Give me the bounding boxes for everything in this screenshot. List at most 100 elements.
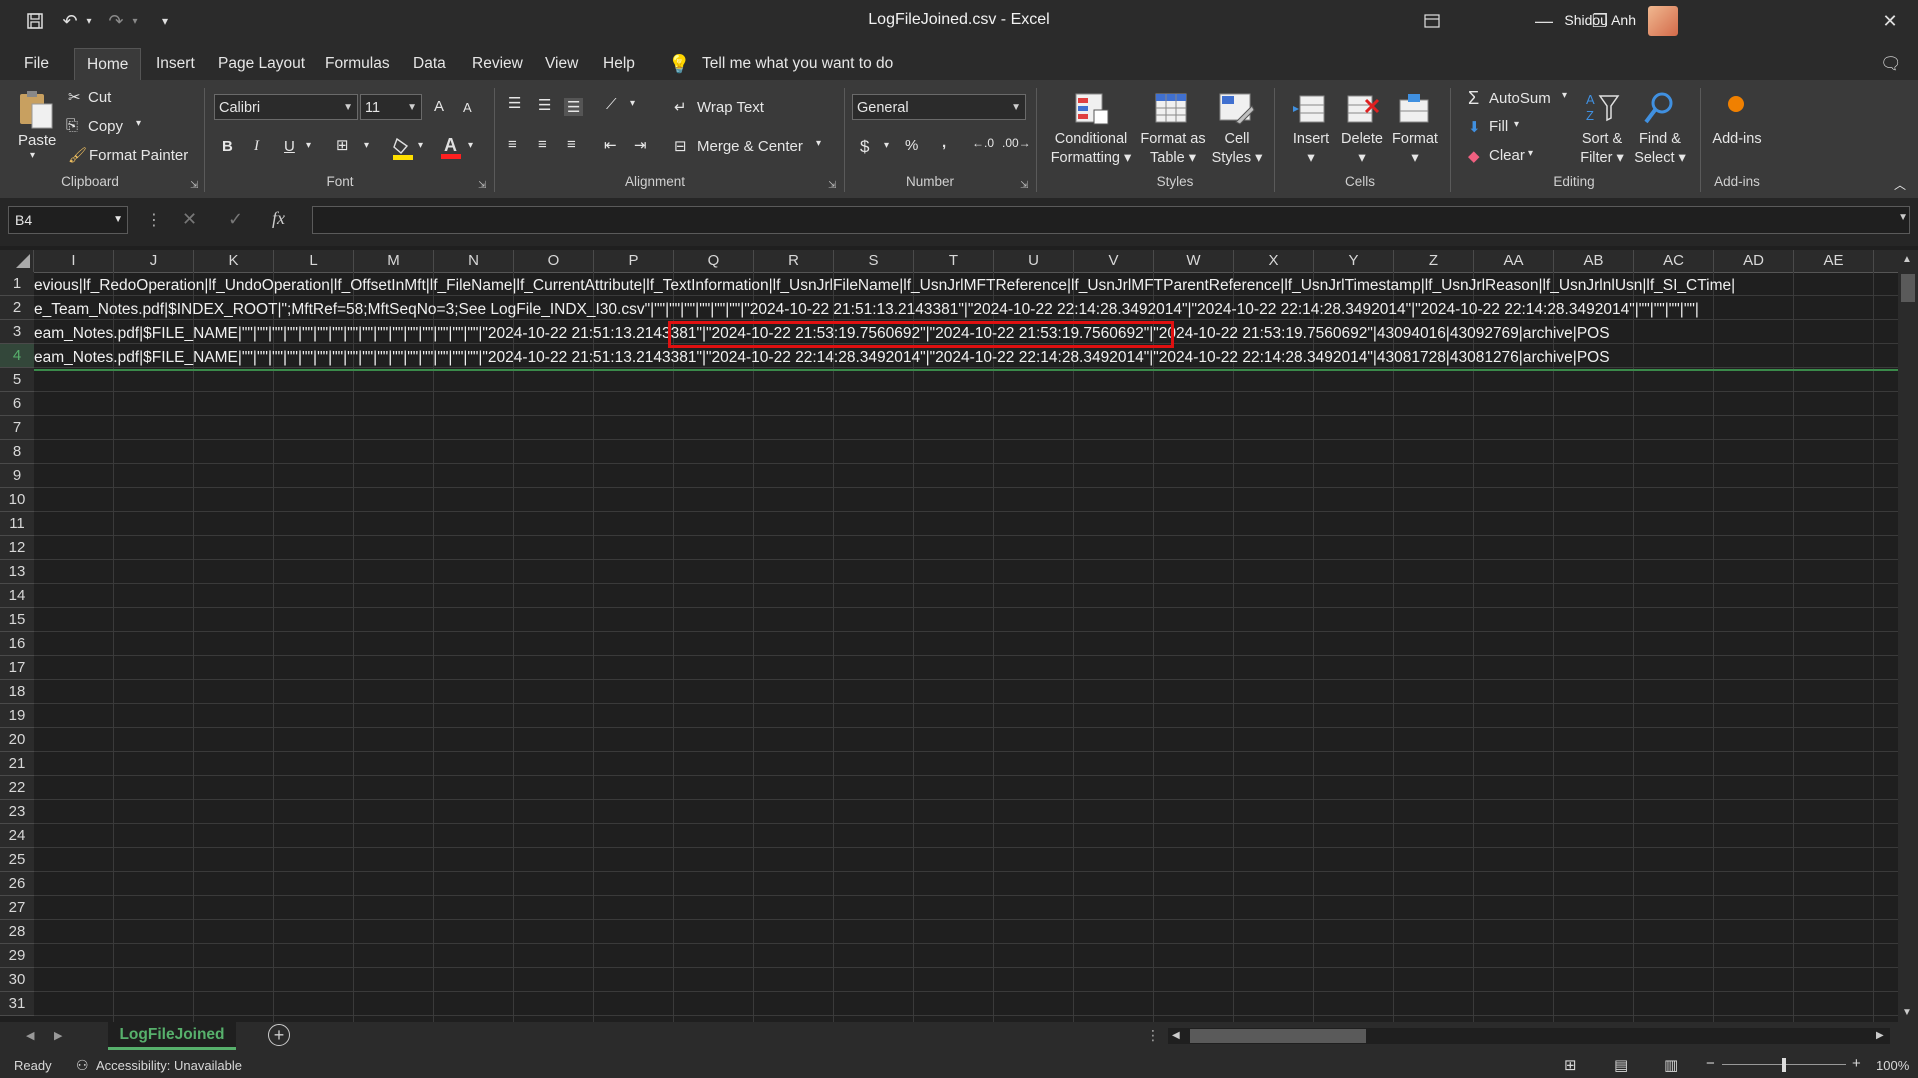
zoom-level[interactable]: 100%: [1876, 1058, 1909, 1073]
shrink-font-button[interactable]: A: [463, 100, 472, 115]
ribbon-display-options-icon[interactable]: [1404, 0, 1460, 42]
increase-indent-icon[interactable]: ⇥: [634, 136, 647, 154]
find-select-button[interactable]: Find & Select ▾: [1630, 130, 1690, 168]
scroll-sheets-right-icon[interactable]: ▶: [54, 1029, 62, 1042]
tab-review[interactable]: Review: [472, 48, 523, 80]
format-cells-icon[interactable]: [1396, 92, 1432, 126]
clear-button[interactable]: Clear: [1489, 147, 1525, 164]
add-sheet-icon[interactable]: +: [268, 1024, 290, 1046]
decrease-decimal-icon[interactable]: .00→: [1002, 136, 1031, 150]
avatar[interactable]: [1648, 6, 1678, 36]
column-header-k[interactable]: K: [194, 250, 274, 272]
column-header-ae[interactable]: AE: [1794, 250, 1874, 272]
eraser-icon[interactable]: ◆: [1468, 147, 1480, 165]
column-header-i[interactable]: I: [34, 250, 114, 272]
row-header-9[interactable]: 9: [0, 464, 34, 488]
comma-button[interactable]: ,: [942, 134, 946, 151]
scroll-sheets-left-icon[interactable]: ◀: [26, 1029, 34, 1042]
tab-help[interactable]: Help: [603, 48, 635, 80]
column-header-r[interactable]: R: [754, 250, 834, 272]
scroll-left-icon[interactable]: ◀: [1172, 1030, 1180, 1041]
row-header-4[interactable]: 4: [0, 344, 34, 368]
comments-icon[interactable]: 🗨: [1880, 48, 1902, 80]
tab-insert[interactable]: Insert: [156, 48, 195, 80]
format-painter-icon[interactable]: 🖌: [68, 146, 87, 164]
column-header-o[interactable]: O: [514, 250, 594, 272]
bold-button[interactable]: B: [222, 138, 233, 155]
zoom-in-icon[interactable]: +: [1852, 1055, 1861, 1072]
horizontal-scroll-thumb[interactable]: [1190, 1029, 1366, 1043]
conditional-formatting-button[interactable]: Conditional Formatting ▾: [1044, 130, 1138, 168]
tab-formulas[interactable]: Formulas: [325, 48, 390, 80]
accessibility-icon[interactable]: ⚇: [76, 1057, 89, 1074]
more-options-icon[interactable]: ⋮: [146, 210, 162, 230]
scroll-up-icon[interactable]: ▲: [1902, 254, 1912, 265]
autosum-icon[interactable]: Σ: [1468, 88, 1479, 109]
column-header-p[interactable]: P: [594, 250, 674, 272]
orientation-dropdown-icon[interactable]: ▾: [630, 98, 635, 109]
conditional-formatting-icon[interactable]: [1074, 92, 1109, 126]
spreadsheet-grid[interactable]: I J K L M N O P Q R S T U V W X Y Z AA AB AC AD AE 1 2 3 4 5 6 7 8 9 10…: [0, 250, 1898, 1022]
currency-button[interactable]: $: [860, 137, 869, 157]
row-4-content[interactable]: eam_Notes.pdf|$FILE_NAME|""|""|""|""|""|…: [34, 346, 1898, 370]
column-header-y[interactable]: Y: [1314, 250, 1394, 272]
row-header-3[interactable]: 3: [0, 320, 34, 344]
paste-button[interactable]: Paste: [18, 132, 56, 149]
page-break-view-icon[interactable]: ▥: [1664, 1056, 1678, 1074]
row-header-18[interactable]: 18: [0, 680, 34, 704]
cell-styles-icon[interactable]: [1218, 92, 1255, 126]
number-launcher-icon[interactable]: ⇲: [1020, 180, 1028, 191]
column-header-u[interactable]: U: [994, 250, 1074, 272]
vertical-scroll-thumb[interactable]: [1901, 274, 1915, 302]
row-header-10[interactable]: 10: [0, 488, 34, 512]
align-left-icon[interactable]: ≡: [508, 136, 517, 153]
align-right-icon[interactable]: ≡: [567, 136, 576, 153]
row-header-28[interactable]: 28: [0, 920, 34, 944]
borders-icon[interactable]: ⊞: [336, 136, 349, 154]
name-box[interactable]: B4 ▼: [8, 206, 128, 234]
row-header-31[interactable]: 31: [0, 992, 34, 1016]
wrap-text-button[interactable]: Wrap Text: [697, 99, 764, 116]
merge-center-icon[interactable]: ⊟: [674, 137, 687, 155]
restore-icon[interactable]: ❐: [1572, 0, 1628, 42]
tab-home[interactable]: Home: [74, 48, 142, 81]
column-header-l[interactable]: L: [274, 250, 354, 272]
row-1-content[interactable]: evious|lf_RedoOperation|lf_UndoOperation…: [34, 274, 1898, 298]
insert-cells-icon[interactable]: [1292, 92, 1328, 126]
column-header-v[interactable]: V: [1074, 250, 1154, 272]
collapse-ribbon-icon[interactable]: ︿: [1894, 176, 1906, 193]
add-ins-icon[interactable]: [1728, 96, 1744, 112]
currency-dropdown-icon[interactable]: ▾: [884, 140, 889, 151]
vertical-scrollbar[interactable]: ▲ ▼: [1898, 250, 1918, 1022]
column-header-x[interactable]: X: [1234, 250, 1314, 272]
row-header-24[interactable]: 24: [0, 824, 34, 848]
tab-split-handle-icon[interactable]: ⋮: [1146, 1027, 1160, 1044]
cell-styles-button[interactable]: Cell Styles ▾: [1206, 130, 1268, 168]
autosum-button[interactable]: AutoSum: [1489, 90, 1551, 107]
sort-filter-icon[interactable]: AZ: [1584, 90, 1620, 126]
font-color-dropdown-icon[interactable]: ▾: [468, 140, 473, 151]
cut-button[interactable]: Cut: [88, 89, 111, 106]
column-header-ab[interactable]: AB: [1554, 250, 1634, 272]
row-header-26[interactable]: 26: [0, 872, 34, 896]
tab-page-layout[interactable]: Page Layout: [218, 48, 305, 80]
fill-color-icon[interactable]: [392, 136, 413, 160]
tell-me-search[interactable]: Tell me what you want to do: [702, 48, 893, 80]
fill-button[interactable]: Fill: [1489, 118, 1508, 135]
column-header-ac[interactable]: AC: [1634, 250, 1714, 272]
row-header-30[interactable]: 30: [0, 968, 34, 992]
page-layout-view-icon[interactable]: ▤: [1614, 1056, 1628, 1074]
row-header-11[interactable]: 11: [0, 512, 34, 536]
merge-dropdown-icon[interactable]: ▾: [816, 138, 821, 149]
expand-formula-bar-icon[interactable]: ▼: [1898, 212, 1908, 223]
zoom-out-icon[interactable]: −: [1706, 1055, 1715, 1072]
normal-view-icon[interactable]: ⊞: [1564, 1056, 1577, 1074]
column-header-ad[interactable]: AD: [1714, 250, 1794, 272]
minimize-icon[interactable]: —: [1516, 0, 1572, 42]
cut-icon[interactable]: ✂: [68, 88, 81, 106]
merge-center-button[interactable]: Merge & Center: [697, 138, 803, 155]
column-header-n[interactable]: N: [434, 250, 514, 272]
find-select-icon[interactable]: [1642, 90, 1678, 126]
borders-dropdown-icon[interactable]: ▾: [364, 140, 369, 151]
column-header-aa[interactable]: AA: [1474, 250, 1554, 272]
